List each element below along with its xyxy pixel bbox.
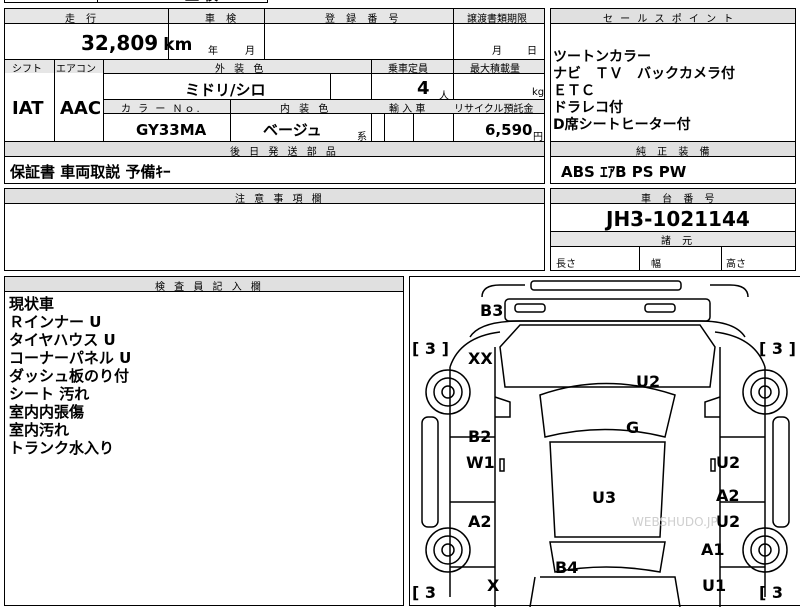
sales-point-line: ドラレコ付	[553, 100, 623, 116]
recycle-value: 6,590	[485, 121, 533, 139]
interior-color-value: ベージュ	[263, 121, 322, 139]
vehicle-diagram: B3 XX U2 G B2 W1 U2 U3 A2 A2 U2 A1 B4 X U1 [ 3 ] [ 3 ]…	[409, 276, 800, 607]
sales-points-header: セ ー ル ス ポ イ ン ト	[603, 14, 736, 25]
sales-points-box: セ ー ル ス ポ イ ン ト ツートンカラー ナビ ＴＶ バックカメラ付 ＥＴＣ ド…	[550, 8, 796, 142]
damage-label-b3: B3	[480, 301, 504, 320]
bracket-top-right: [ 3 ]	[759, 339, 796, 358]
damage-label-b4: B4	[555, 558, 579, 577]
inspector-remark-line: 室内内張傷	[9, 403, 85, 421]
chassis-header: 車 台 番 号	[641, 194, 719, 205]
damage-label-g: G	[626, 418, 640, 437]
sales-point-line: ツートンカラー	[553, 49, 651, 65]
damage-label-u2-right2: U2	[716, 512, 741, 531]
damage-label-x: X	[487, 576, 500, 595]
sales-point-line: D席シートヒーター付	[553, 117, 691, 133]
mileage-header: 走 行	[65, 14, 101, 25]
shift-value: IAT	[12, 98, 44, 119]
watermark: WEBSHUDO.JP	[632, 515, 718, 529]
dims-length: 長さ	[556, 259, 576, 270]
dims-header: 諸 元	[661, 236, 697, 247]
genuine-value: ABS ｴｱB PS PW	[561, 163, 687, 181]
chassis-box: 車 台 番 号 JH3-1021144 諸 元 長さ 幅 高さ	[550, 188, 796, 271]
inspector-remark-line: シート 汚れ	[9, 385, 90, 403]
genuine-header: 純 正 装 備	[636, 147, 714, 158]
accessories-header: 後 日 発 送 部 品	[230, 147, 339, 158]
deadline-month: 月	[492, 46, 502, 57]
inspection-month: 月	[245, 46, 255, 57]
aircon-header: エアコン	[56, 64, 96, 75]
damage-label-b2: B2	[468, 427, 492, 446]
damage-label-a2-left: A2	[468, 512, 492, 531]
notes-header: 注 意 事 項 欄	[235, 194, 325, 205]
accessories-value: 保証書 車両取説 予備ｷｰ	[10, 163, 171, 181]
inspector-remark-line: トランク水入り	[9, 439, 115, 457]
inspector-remark-line: 室内汚れ	[9, 421, 70, 439]
vehicle-info-grid: 走 行 車 検 登 録 番 号 譲渡書類期限 32,809 km 年 月 月 日…	[4, 8, 545, 143]
sales-points-list: ツートンカラー ナビ ＴＶ バックカメラ付 ＥＴＣ ドラレコ付 D席シートヒーター付	[553, 49, 735, 134]
bracket-bottom-right: [ 3	[759, 583, 784, 602]
damage-label-u1: U1	[702, 576, 727, 595]
top-cut-row: 直 検	[4, 0, 268, 5]
damage-label-a1: A1	[701, 540, 725, 559]
damage-label-u2-top: U2	[636, 372, 661, 391]
damage-label-xx: XX	[468, 349, 493, 368]
exterior-color-value: ミドリ/シロ	[185, 81, 266, 99]
accessories-box: 後 日 発 送 部 品 保証書 車両取説 予備ｷｰ	[4, 141, 545, 184]
inspector-remark-line: コーナーパネル U	[9, 349, 132, 367]
damage-label-u2-right: U2	[716, 453, 741, 472]
inspector-header: 検 査 員 記 入 欄	[155, 282, 264, 293]
inspector-remark-line: ダッシュ板のり付	[9, 367, 130, 385]
chassis-value: JH3-1021144	[606, 207, 750, 231]
inspection-year: 年	[208, 46, 218, 57]
notes-box: 注 意 事 項 欄	[4, 188, 545, 271]
inspector-box: 検 査 員 記 入 欄 現状車 Ｒインナー U タイヤハウス U コーナーパネル Uダ…	[4, 276, 404, 606]
dims-width: 幅	[651, 259, 661, 270]
inspector-remarks: 現状車 Ｒインナー U タイヤハウス U コーナーパネル U ダッシュ板のり付 シート 汚…	[9, 295, 131, 457]
top-cut-text: 直 検	[185, 0, 218, 5]
bracket-bottom-left: [ 3	[412, 583, 437, 602]
inspector-remark-line: Ｒインナー U	[9, 313, 102, 331]
capacity-value: 4	[417, 78, 430, 99]
damage-label-a2-right: A2	[716, 486, 740, 505]
max-load-unit: kg	[532, 87, 545, 98]
aircon-value: AAC	[60, 98, 102, 119]
registration-header: 登 録 番 号	[325, 14, 403, 25]
inspector-remark-line: タイヤハウス U	[9, 331, 116, 349]
damage-label-u3: U3	[592, 488, 617, 507]
deadline-day: 日	[527, 46, 537, 57]
sales-point-line: ＥＴＣ	[553, 83, 595, 99]
inspection-header: 車 検	[205, 14, 241, 25]
color-no-value: GY33MA	[136, 121, 207, 139]
shift-header: シフト	[12, 64, 42, 75]
damage-label-w1: W1	[466, 453, 495, 472]
inspector-remark-line: 現状車	[9, 295, 55, 313]
sales-point-line: ナビ ＴＶ バックカメラ付	[553, 66, 735, 82]
mileage-value: 32,809 km	[81, 31, 193, 55]
bracket-top-left: [ 3 ]	[412, 339, 449, 358]
dims-height: 高さ	[726, 259, 746, 270]
genuine-box: 純 正 装 備 ABS ｴｱB PS PW	[550, 141, 796, 184]
transfer-deadline-header: 譲渡書類期限	[467, 14, 527, 25]
